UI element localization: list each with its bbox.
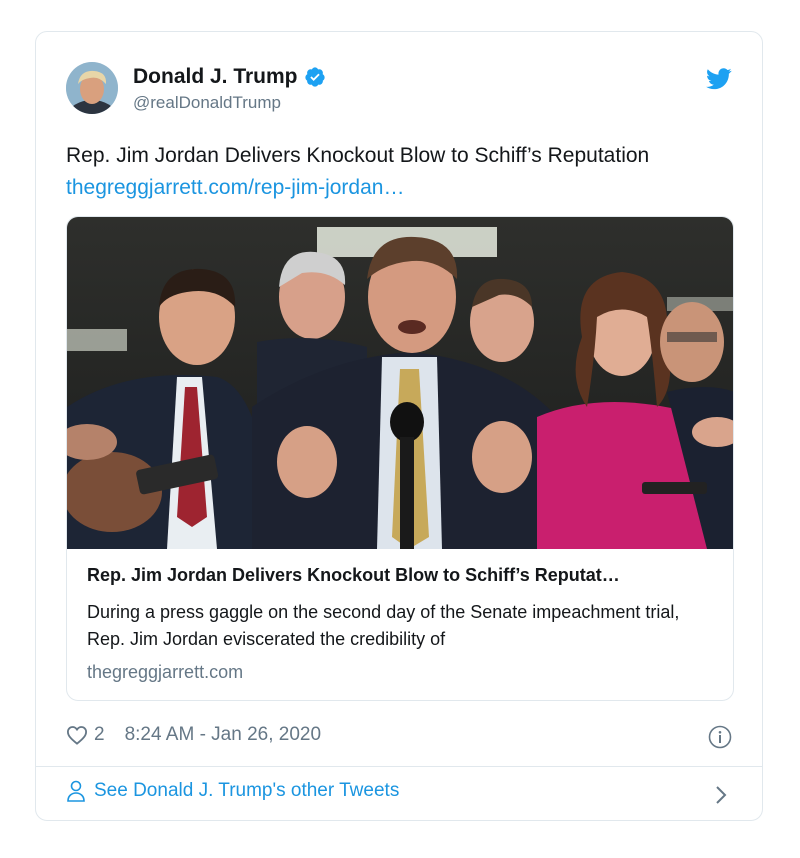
author-name[interactable]: Donald J. Trump <box>133 65 326 89</box>
like-count[interactable]: 2 <box>94 724 105 746</box>
tweet-embed: Donald J. Trump @realDonaldTrump Rep. Ji… <box>35 31 763 821</box>
author-name-text[interactable]: Donald J. Trump <box>133 65 298 89</box>
heart-icon[interactable] <box>66 725 88 745</box>
see-other-tweets-link[interactable]: See Donald J. Trump's other Tweets <box>66 780 399 802</box>
info-icon[interactable] <box>708 725 732 749</box>
tweet-link[interactable]: thegreggjarrett.com/rep-jim-jordan… <box>66 172 746 204</box>
card-domain: thegreggjarrett.com <box>87 662 244 682</box>
see-other-tweets-label[interactable]: See Donald J. Trump's other Tweets <box>94 780 399 802</box>
link-card[interactable]: Rep. Jim Jordan Delivers Knockout Blow t… <box>66 216 734 701</box>
twitter-bird-icon[interactable] <box>706 68 732 90</box>
chevron-right-icon[interactable] <box>714 785 728 805</box>
card-title[interactable]: Rep. Jim Jordan Delivers Knockout Blow t… <box>87 565 715 586</box>
author-handle[interactable]: @realDonaldTrump <box>133 93 281 113</box>
avatar[interactable] <box>66 62 118 114</box>
tweet-text: Rep. Jim Jordan Delivers Knockout Blow t… <box>66 140 746 204</box>
tweet-timestamp[interactable]: 8:24 AM - Jan 26, 2020 <box>125 724 321 746</box>
person-icon <box>67 780 85 802</box>
tweet-meta: 2 8:24 AM - Jan 26, 2020 <box>66 724 321 746</box>
verified-badge-icon <box>304 67 325 87</box>
card-description: During a press gaggle on the second day … <box>87 602 680 649</box>
tweet-body: Rep. Jim Jordan Delivers Knockout Blow t… <box>66 144 650 167</box>
card-image <box>67 217 733 549</box>
divider <box>36 766 762 767</box>
